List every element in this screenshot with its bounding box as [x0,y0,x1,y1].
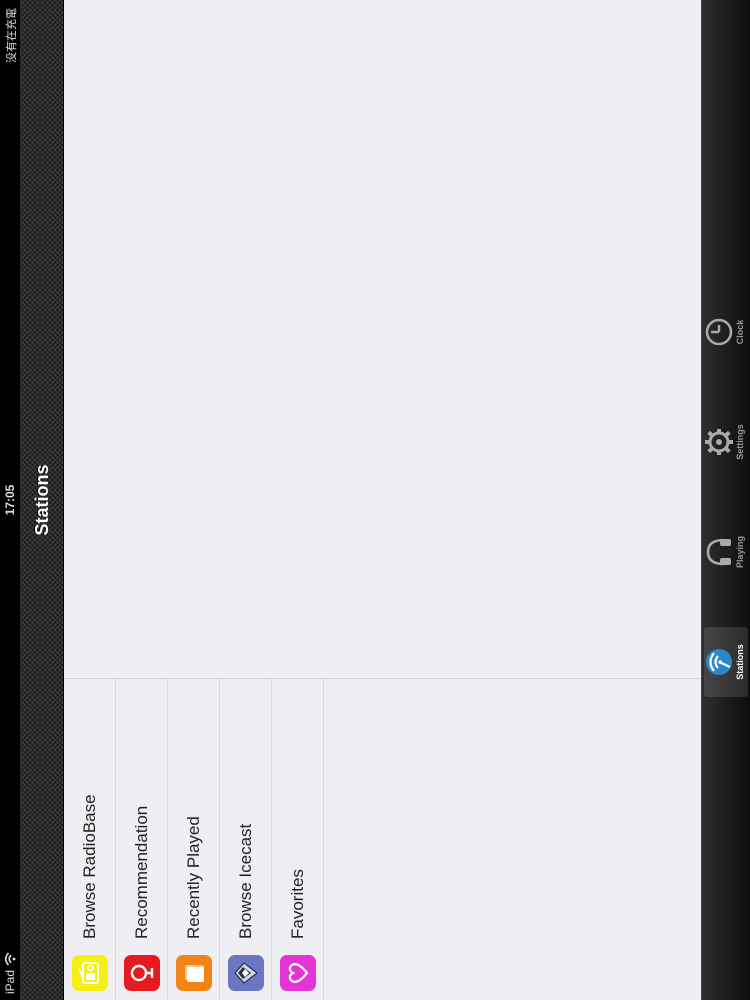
status-time: 17:05 [3,484,17,516]
tab-label: Clock [735,319,745,345]
menu-item-browse-radiobase[interactable]: Browse RadioBase [64,679,116,1000]
tab-playing[interactable]: Playing [704,517,748,587]
tab-bar: Stations Playing Settings Clock [701,0,750,1000]
menu-item-recently-played[interactable]: Recently Played [168,679,220,1000]
navigation-bar: Stations [20,0,64,1000]
icecast-icon [227,955,264,991]
stations-menu: Browse RadioBase Recommendation Recently… [64,679,324,1000]
clock-icon [705,318,733,346]
app-window: iPad 17:05 没有在充電 Stations Browse RadioBa… [0,0,750,1000]
menu-item-label: Browse RadioBase [79,794,99,939]
tab-label: Playing [735,536,745,569]
recommendation-icon [123,955,160,991]
menu-item-recommendation[interactable]: Recommendation [116,679,168,1000]
menu-item-browse-icecast[interactable]: Browse Icecast [220,679,272,1000]
menu-item-label: Browse Icecast [235,823,255,939]
settings-icon [705,429,733,455]
status-bar: iPad 17:05 没有在充電 [0,0,20,1000]
radiobase-icon [71,955,108,991]
tab-settings[interactable]: Settings [704,407,748,477]
menu-item-favorites[interactable]: Favorites [272,679,324,1000]
menu-item-label: Favorites [287,869,307,939]
tab-label: Settings [735,424,745,460]
stations-icon [706,649,732,675]
tab-label: Stations [735,644,745,680]
charging-status: 没有在充電 [5,8,18,63]
recently-played-icon [175,955,212,991]
favorites-icon [279,955,316,991]
tab-stations[interactable]: Stations [704,627,748,697]
split-view-divider [64,678,704,679]
tab-clock[interactable]: Clock [704,297,748,367]
menu-item-label: Recommendation [131,805,151,939]
page-title: Stations [32,464,52,536]
menu-item-label: Recently Played [183,816,203,939]
playing-icon [706,538,731,566]
